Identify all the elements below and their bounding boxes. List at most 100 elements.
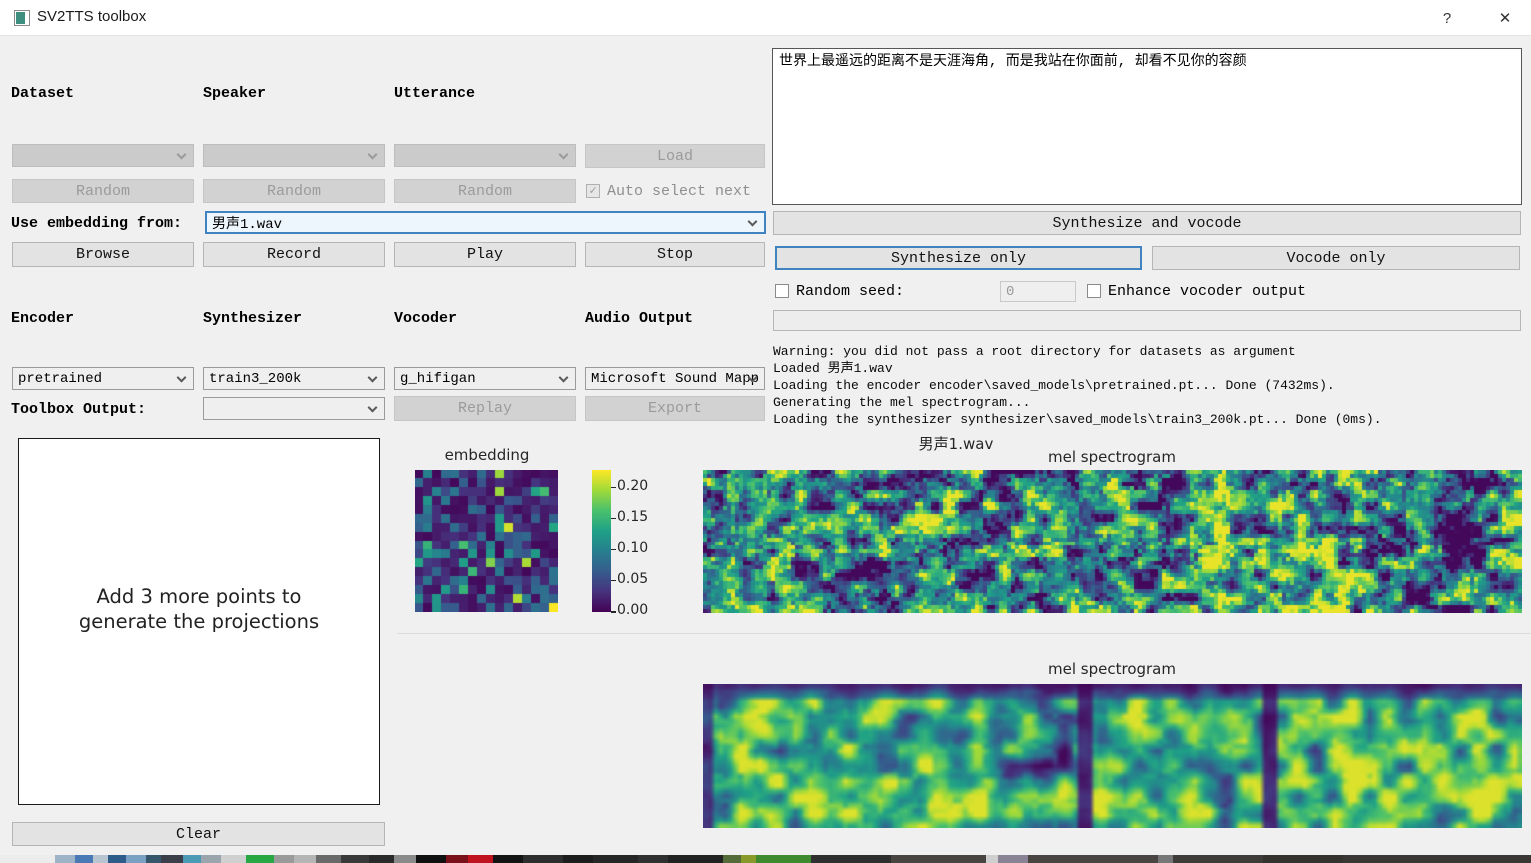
dataset-random-button[interactable]: Random — [12, 179, 194, 203]
title-bar: SV2TTS toolbox ? ✕ — [0, 0, 1531, 36]
mel-top-title: mel spectrogram — [1048, 448, 1176, 466]
embedding-title: embedding — [445, 446, 530, 464]
synthesize-only-button[interactable]: Synthesize only — [775, 246, 1142, 270]
desktop-strip-segment — [416, 855, 446, 863]
replay-button[interactable]: Replay — [394, 396, 576, 421]
utterance-random-button[interactable]: Random — [394, 179, 576, 203]
desktop-strip-segment — [126, 855, 146, 863]
desktop-strip-segment — [161, 855, 183, 863]
desktop-strip-segment — [93, 855, 108, 863]
enhance-vocoder-checkbox[interactable] — [1087, 284, 1101, 298]
encoder-select[interactable]: pretrained — [12, 367, 194, 390]
colorbar-tick-label: 0.10 — [617, 540, 648, 556]
enhance-vocoder-label: Enhance vocoder output — [1108, 283, 1306, 300]
desktop-strip-segment — [341, 855, 369, 863]
desktop-strip-segment — [668, 855, 723, 863]
desktop-strip-segment — [723, 855, 741, 863]
audio-output-select[interactable]: Microsoft Sound Mapp — [585, 367, 765, 390]
toolbox-output-select[interactable] — [203, 397, 385, 420]
desktop-strip-segment — [316, 855, 341, 863]
speaker-select[interactable] — [203, 144, 385, 167]
seed-input[interactable] — [1000, 281, 1076, 302]
desktop-strip-segment — [274, 855, 294, 863]
desktop-strip-segment — [0, 855, 55, 863]
help-button[interactable]: ? — [1424, 0, 1470, 36]
desktop-strip-segment — [294, 855, 316, 863]
colorbar-tick-label: 0.00 — [617, 602, 648, 618]
projections-message: Add 3 more points to generate the projec… — [79, 585, 319, 635]
random-seed-checkbox[interactable] — [775, 284, 789, 298]
sv2tts-window: SV2TTS toolbox ? ✕ Dataset Speaker Utter… — [0, 0, 1531, 863]
desktop-strip-segment — [493, 855, 523, 863]
desktop-strip-segment — [1343, 855, 1420, 863]
vocode-only-button[interactable]: Vocode only — [1152, 246, 1520, 270]
chevron-down-icon — [748, 216, 758, 226]
desktop-strip-segment — [523, 855, 563, 863]
close-icon[interactable]: ✕ — [1482, 0, 1528, 36]
embedding-source-select[interactable]: 男声1.wav — [205, 211, 766, 234]
desktop-strip-segment — [811, 855, 891, 863]
export-button[interactable]: Export — [585, 396, 765, 421]
toolbox-output-label: Toolbox Output: — [11, 401, 146, 418]
chevron-down-icon — [368, 402, 378, 412]
desktop-strip-segment — [741, 855, 756, 863]
chevron-down-icon — [559, 372, 569, 382]
stop-button[interactable]: Stop — [585, 242, 765, 267]
record-button[interactable]: Record — [203, 242, 385, 267]
utterance-select[interactable] — [394, 144, 576, 167]
desktop-strip-segment — [108, 855, 126, 863]
load-button[interactable]: Load — [585, 144, 765, 168]
current-wav-label: 男声1.wav — [919, 433, 994, 454]
synthesizer-select[interactable]: train3_200k — [203, 367, 385, 390]
speaker-random-button[interactable]: Random — [203, 179, 385, 203]
embedding-colorbar — [592, 470, 611, 612]
desktop-strip-segment — [446, 855, 468, 863]
chevron-down-icon — [177, 372, 187, 382]
desktop-strip-segment — [146, 855, 161, 863]
desktop-strip-segment — [394, 855, 416, 863]
chevron-down-icon — [368, 149, 378, 159]
desktop-strip-segment — [75, 855, 93, 863]
synthesizer-label: Synthesizer — [203, 310, 302, 327]
desktop-strip-segment — [563, 855, 593, 863]
desktop-strip-segment — [1028, 855, 1158, 863]
embedding-source-value: 男声1.wav — [212, 213, 282, 233]
play-button[interactable]: Play — [394, 242, 576, 267]
dataset-label: Dataset — [11, 85, 74, 102]
encoder-value: pretrained — [18, 371, 102, 387]
utterance-label: Utterance — [394, 85, 475, 102]
desktop-strip-segment — [593, 855, 638, 863]
synthesize-and-vocode-button[interactable]: Synthesize and vocode — [773, 211, 1521, 235]
colorbar-tick-label: 0.05 — [617, 571, 648, 587]
window-title: SV2TTS toolbox — [37, 8, 146, 25]
random-seed-label: Random seed: — [796, 283, 904, 300]
auto-select-checkbox[interactable]: ✓ — [586, 184, 600, 198]
use-embedding-label: Use embedding from: — [11, 215, 182, 232]
colorbar-tick-label: 0.15 — [617, 509, 648, 525]
text-input[interactable]: 世界上最遥远的距离不是天涯海角, 而是我站在你面前, 却看不见你的容颜 — [772, 48, 1522, 205]
chevron-down-icon — [177, 149, 187, 159]
desktop-strip-segment — [55, 855, 75, 863]
log-output: Warning: you did not pass a root directo… — [773, 343, 1382, 428]
vocoder-label: Vocoder — [394, 310, 457, 327]
mel-spectrogram-top — [703, 470, 1522, 613]
desktop-strip-segment — [1158, 855, 1173, 863]
desktop-strip-segment — [201, 855, 221, 863]
app-icon — [14, 10, 30, 26]
chevron-down-icon — [559, 149, 569, 159]
desktop-strip-segment — [891, 855, 986, 863]
desktop-strip-segment — [468, 855, 493, 863]
desktop-strip-segment — [369, 855, 394, 863]
browse-button[interactable]: Browse — [12, 242, 194, 267]
projections-plot: Add 3 more points to generate the projec… — [18, 438, 380, 805]
audio-output-value: Microsoft Sound Mapp — [591, 371, 759, 387]
mel-bottom-title: mel spectrogram — [1048, 660, 1176, 678]
desktop-strip-segment — [183, 855, 201, 863]
clear-button[interactable]: Clear — [12, 822, 385, 846]
vocoder-select[interactable]: g_hifigan — [394, 367, 576, 390]
dataset-select[interactable] — [12, 144, 194, 167]
desktop-strip-segment — [1173, 855, 1263, 863]
desktop-strip-segment — [986, 855, 998, 863]
figure-divider — [397, 633, 1531, 634]
desktop-strip — [0, 855, 1531, 863]
